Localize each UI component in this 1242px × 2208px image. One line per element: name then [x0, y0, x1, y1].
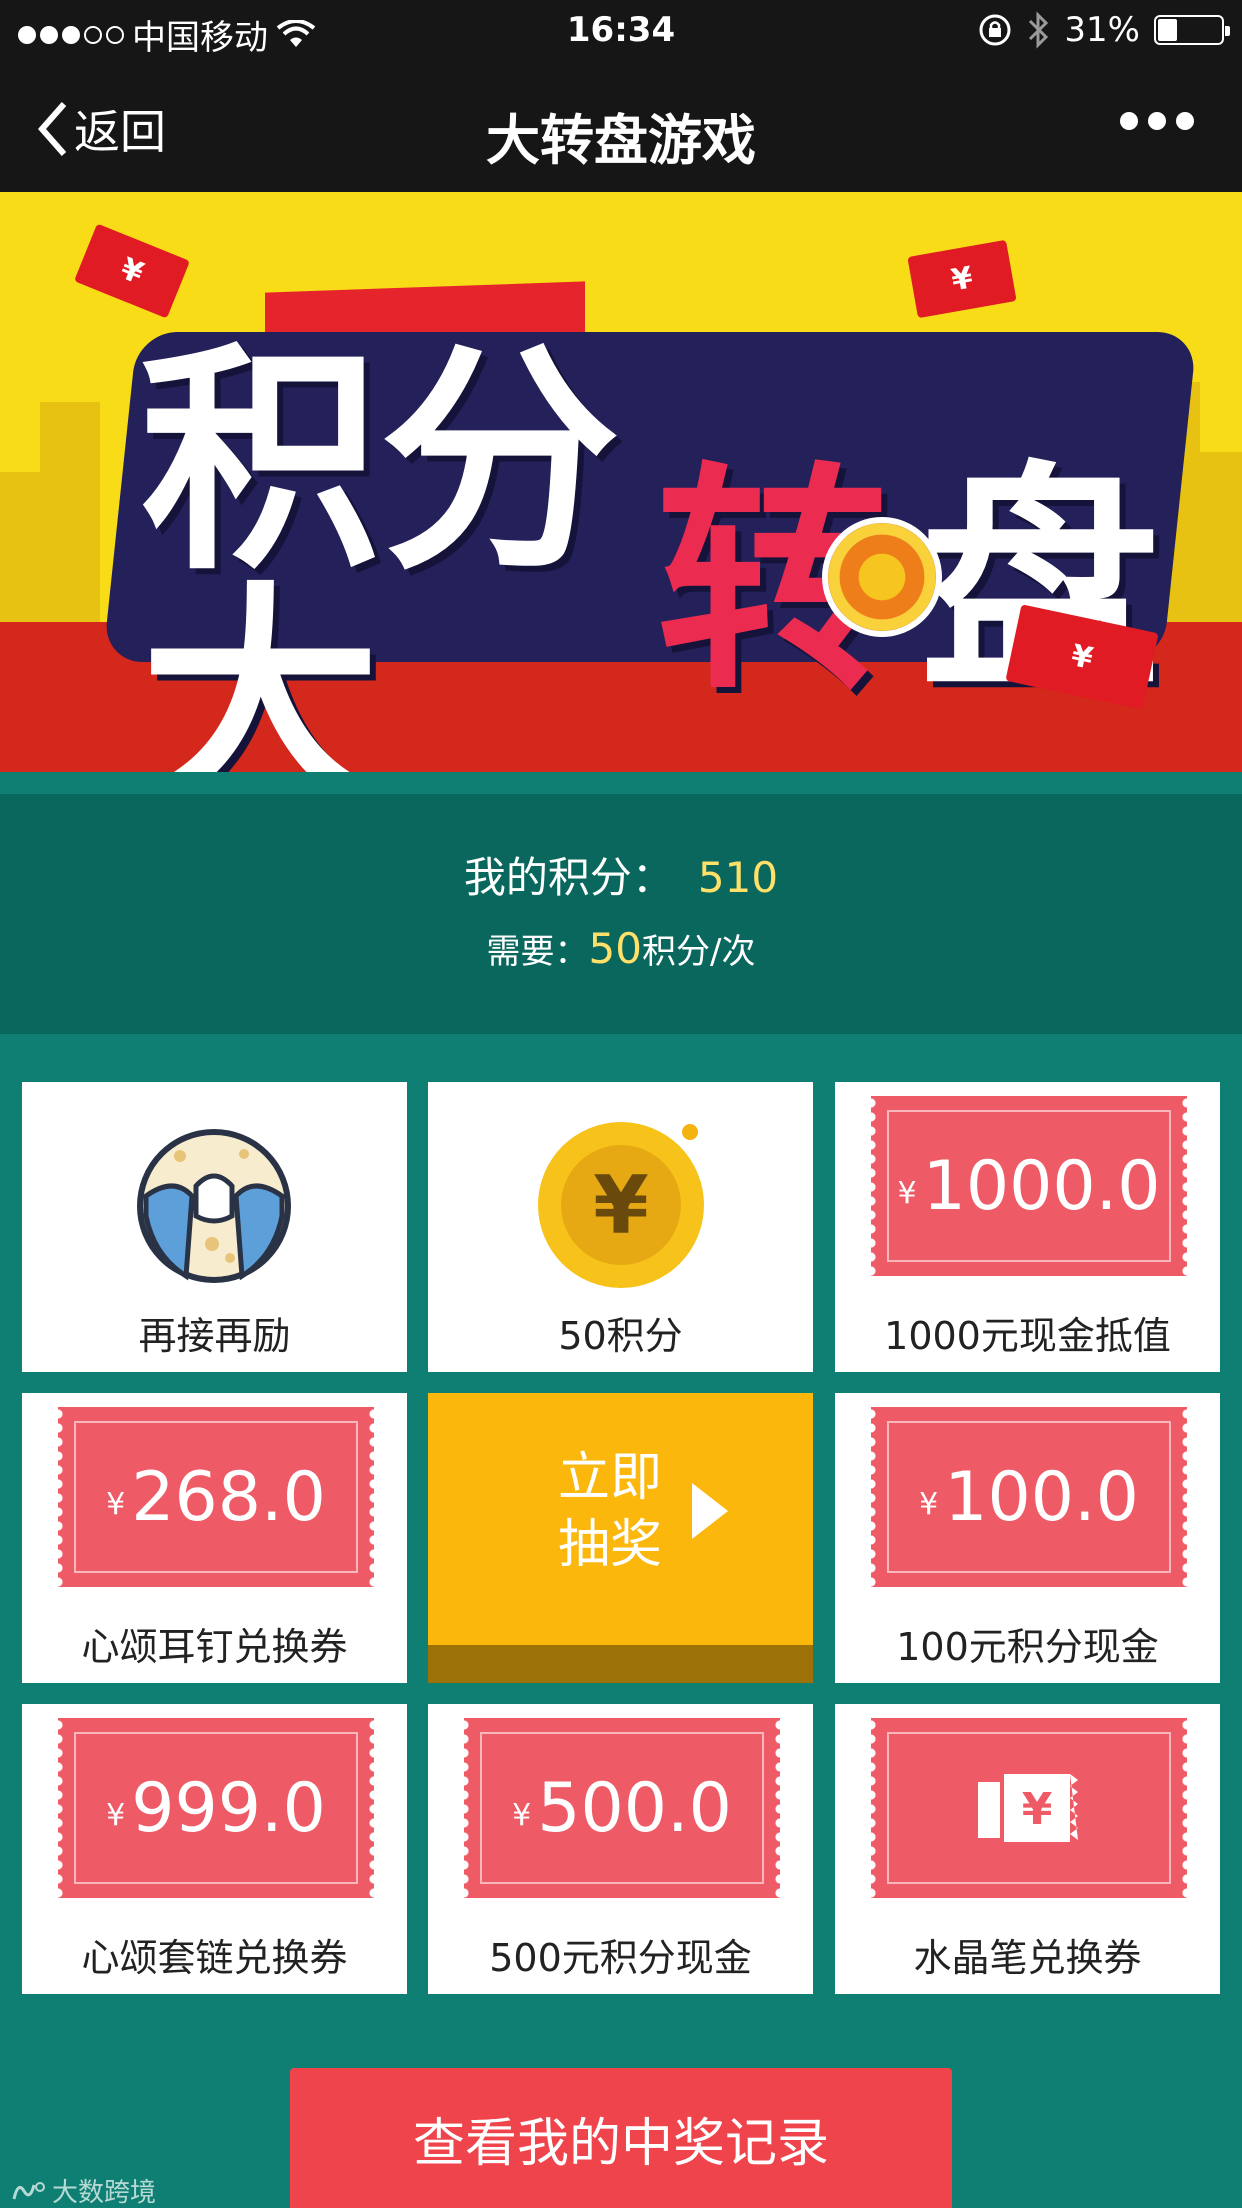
cost-row: 需要：50积分/次: [0, 924, 1242, 973]
prize-label: 心颂套链兑换券: [81, 1936, 348, 1980]
voucher-amount: 500.0: [537, 1768, 732, 1848]
prize-label: 100元积分现金: [896, 1625, 1159, 1669]
draw-now-label: 立即抽奖: [558, 1448, 663, 1575]
prize-cell-earring-voucher: ¥ 268.0 心颂耳钉兑换券: [22, 1393, 407, 1683]
banner-title-part-1: 积分大: [140, 322, 621, 772]
voucher-amount: 268.0: [131, 1457, 326, 1537]
yen-coin-icon: ¥: [538, 1122, 704, 1288]
nav-bar: 返回 大转盘游戏: [0, 62, 1242, 192]
my-points-label: 我的积分：: [463, 853, 674, 902]
currency-symbol: ¥: [106, 1797, 126, 1833]
voucher-ticket: ¥ 268.0: [53, 1407, 379, 1587]
view-records-button[interactable]: 查看我的中奖记录: [290, 2068, 952, 2208]
draw-button-base: [428, 1645, 813, 1683]
voucher-amount: 1000.0: [922, 1146, 1161, 1226]
prize-label: 500元积分现金: [489, 1936, 752, 1980]
voucher-ticket: ¥ 500.0: [459, 1718, 785, 1898]
prize-cell-necklace-voucher: ¥ 999.0 心颂套链兑换券: [22, 1704, 407, 1994]
watermark: 大数跨境: [12, 2172, 156, 2208]
battery-icon: [1154, 15, 1230, 45]
prize-grid: 再接再励 ¥ 50积分 ¥ 1000.0 1000元现金抵值 ¥ 268.0 心…: [22, 1082, 1220, 2002]
svg-text:¥: ¥: [1022, 1784, 1053, 1835]
voucher-ticket: ¥ 999.0: [53, 1718, 379, 1898]
currency-symbol: ¥: [106, 1486, 126, 1522]
prize-cell-cash-1000: ¥ 1000.0 1000元现金抵值: [835, 1082, 1220, 1372]
prize-cell-try-again: 再接再励: [22, 1082, 407, 1372]
prize-cell-points: ¥ 50积分: [428, 1082, 813, 1372]
prize-label: 50积分: [558, 1314, 683, 1358]
prize-cell-cash-500: ¥ 500.0 500元积分现金: [428, 1704, 813, 1994]
banner-title: 积分大 转 盘: [140, 342, 1160, 772]
prize-cell-pen-voucher: ¥ 水晶笔兑换券: [835, 1704, 1220, 1994]
bluetooth-icon: [1029, 11, 1049, 49]
currency-symbol: ¥: [919, 1486, 939, 1522]
score-panel: 我的积分： 510 需要：50积分/次: [0, 772, 1242, 1034]
currency-symbol: ¥: [512, 1797, 532, 1833]
watermark-logo-icon: [12, 2181, 45, 2199]
watermark-text: 大数跨境: [52, 2178, 157, 2208]
cost-unit: 积分/次: [641, 932, 756, 972]
cost-label: 需要：: [486, 932, 589, 972]
voucher-amount: 999.0: [131, 1768, 326, 1848]
my-points-row: 我的积分： 510: [0, 844, 1242, 905]
voucher-amount: 100.0: [944, 1457, 1139, 1537]
my-points-value: 510: [697, 853, 779, 902]
voucher-ticket: ¥: [866, 1718, 1192, 1898]
red-envelope-icon: ¥: [907, 239, 1017, 319]
status-bar: 中国移动 16:34 31%: [0, 0, 1242, 62]
red-envelope-icon: ¥: [74, 223, 190, 319]
currency-symbol: ¥: [897, 1175, 917, 1211]
cost-value: 50: [588, 924, 642, 973]
prize-label: 水晶笔兑换券: [913, 1936, 1142, 1980]
status-right: 31%: [978, 10, 1230, 50]
rotation-lock-icon: [979, 14, 1011, 46]
prize-label: 1000元现金抵值: [884, 1314, 1171, 1358]
voucher-ticket: ¥ 100.0: [866, 1407, 1192, 1587]
play-arrow-icon: [692, 1483, 728, 1539]
promo-banner: 积分大 转 盘 ¥ ¥ ¥: [0, 192, 1242, 772]
voucher-ticket-icon: ¥: [978, 1774, 1078, 1842]
prize-label: 再接再励: [138, 1314, 291, 1358]
more-menu-icon[interactable]: [1120, 112, 1194, 130]
crying-face-icon: [137, 1129, 291, 1283]
voucher-ticket: ¥ 1000.0: [866, 1096, 1192, 1276]
draw-now-button[interactable]: 立即抽奖: [428, 1393, 813, 1683]
lucky-wheel-icon: [822, 517, 942, 637]
page-title: 大转盘游戏: [486, 109, 756, 172]
coin-sparkle: [682, 1124, 698, 1140]
prize-label: 心颂耳钉兑换券: [81, 1625, 348, 1669]
battery-percent: 31%: [1064, 10, 1140, 50]
prize-cell-cash-100: ¥ 100.0 100元积分现金: [835, 1393, 1220, 1683]
